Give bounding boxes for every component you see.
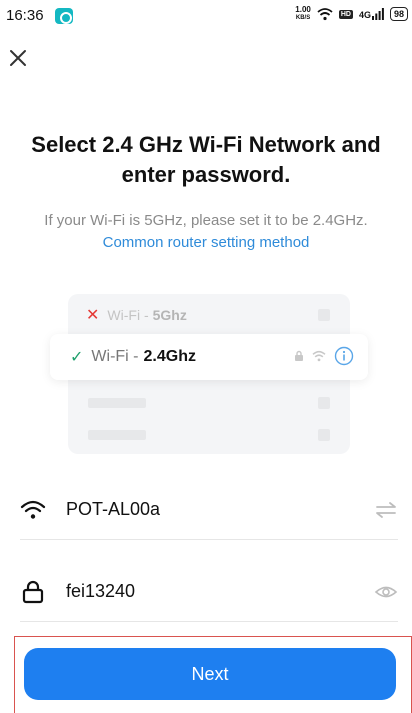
- wifi-small-icon: [312, 350, 326, 362]
- wifi-status-icon: [317, 8, 333, 21]
- ssid-value[interactable]: POT-AL00a: [66, 499, 374, 520]
- lock-small-icon: [295, 350, 303, 361]
- placeholder-square: [318, 397, 330, 409]
- placeholder-bar: [88, 430, 146, 440]
- show-password-icon[interactable]: [374, 580, 398, 604]
- row-24g-icons: [294, 346, 354, 366]
- battery-indicator: 98: [389, 7, 408, 21]
- status-bar: 16:36 1.00 KB/S HD 4G 98: [0, 0, 412, 34]
- check-icon: ✓: [70, 349, 84, 366]
- row-24g-label: Wi-Fi -: [91, 348, 139, 365]
- wifi-setup-screen: 16:36 1.00 KB/S HD 4G 98 Select 2.4 GHz …: [0, 0, 412, 713]
- switch-network-icon[interactable]: [374, 498, 398, 522]
- net-speed: 1.00 KB/S: [295, 6, 311, 22]
- password-value[interactable]: fei13240: [66, 581, 374, 602]
- illustration-row-5g: ✕ Wi-Fi - 5Ghz: [86, 304, 342, 326]
- status-indicators: 1.00 KB/S HD 4G 98: [295, 6, 408, 22]
- lock-icon: [22, 580, 44, 603]
- page-title: Select 2.4 GHz Wi-Fi Network and enter p…: [31, 132, 381, 187]
- app-notification-icon: [55, 8, 73, 24]
- net-speed-value: 1.00: [295, 5, 311, 14]
- band-hint: If your Wi-Fi is 5GHz, please set it to …: [44, 212, 368, 229]
- cross-icon: ✕: [86, 307, 100, 324]
- wifi-icon: [20, 500, 46, 519]
- placeholder-square: [318, 429, 330, 441]
- close-icon[interactable]: [6, 46, 30, 70]
- hd-badge: HD: [338, 9, 353, 19]
- row-24g-band: 2.4Ghz: [143, 348, 196, 365]
- net-speed-unit: KB/S: [295, 15, 311, 21]
- illustration-row-24g: ✓ Wi-Fi - 2.4Ghz: [50, 334, 368, 380]
- row-5g-label: Wi-Fi -: [107, 307, 149, 323]
- status-time: 16:36: [6, 7, 44, 24]
- signal-bars-icon: [371, 8, 384, 20]
- router-setting-link[interactable]: Common router setting method: [10, 234, 402, 251]
- password-field[interactable]: fei13240: [20, 562, 398, 622]
- next-button[interactable]: Next: [24, 648, 396, 700]
- row-5g-band: 5Ghz: [152, 307, 187, 323]
- network-type: 4G: [358, 10, 371, 20]
- placeholder-bar: [88, 398, 146, 408]
- signal-icon: 4G: [359, 8, 384, 20]
- placeholder-square: [318, 309, 330, 321]
- ssid-field[interactable]: POT-AL00a: [20, 480, 398, 540]
- info-icon: [334, 346, 354, 366]
